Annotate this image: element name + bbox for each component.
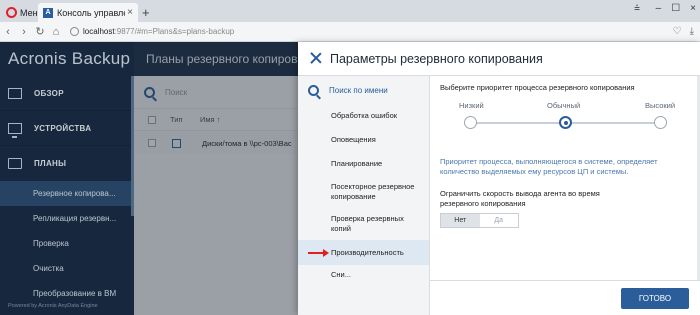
home-icon[interactable]: ⌂ — [48, 26, 64, 38]
priority-label: Выберите приоритет процесса резервного к… — [440, 83, 635, 92]
backup-options-panel: Параметры резервного копирования Поиск п… — [298, 42, 700, 315]
tab-close-icon[interactable]: × — [127, 7, 133, 18]
priority-description: Приоритет процесса, выполняющегося в сис… — [440, 157, 658, 176]
settings-item-error-handling[interactable]: Обработка ошибок — [298, 104, 429, 128]
address-bar: ‹ › ↻ ⌂ localhost :9877/#m=Plans&s=plans… — [0, 22, 700, 42]
priority-low-label: Низкий — [459, 101, 484, 110]
globe-icon — [70, 27, 79, 36]
modal-overlay — [134, 42, 300, 315]
red-arrow-icon — [308, 248, 329, 257]
search-icon — [308, 84, 319, 96]
panel-title: Параметры резервного копирования — [330, 52, 543, 66]
settings-search[interactable]: Поиск по имени — [298, 76, 429, 104]
opera-menu-button[interactable]: Меню — [2, 3, 44, 22]
bookmark-heart-icon[interactable]: ♡ — [673, 26, 682, 37]
forward-arrow-icon[interactable]: › — [16, 26, 32, 38]
opera-logo-icon — [6, 7, 17, 18]
browser-tab-active[interactable]: A Консоль управления резерв × — [38, 3, 138, 22]
priority-low-radio[interactable] — [464, 116, 477, 129]
url-host: localhost — [83, 27, 115, 36]
close-window-button[interactable]: × — [690, 3, 696, 14]
browser-tab-bar: Меню A Консоль управления резерв × + ⩮ –… — [0, 0, 700, 22]
priority-normal-radio[interactable] — [559, 116, 572, 129]
priority-normal-label: Обычный — [547, 101, 581, 110]
tab-title: Консоль управления резерв — [57, 7, 125, 18]
close-icon[interactable] — [309, 51, 322, 64]
back-arrow-icon[interactable]: ‹ — [0, 26, 16, 38]
settings-item-sector-backup[interactable]: Посекторное резервное копирование — [298, 176, 429, 208]
priority-high-radio[interactable] — [654, 116, 667, 129]
minimize-button[interactable]: – — [656, 3, 662, 14]
settings-search-label: Поиск по имени — [329, 85, 388, 95]
acronis-favicon-icon: A — [43, 7, 53, 18]
download-icon[interactable]: ⤓ — [690, 26, 694, 37]
settings-item-snapshot[interactable]: Сни... — [298, 265, 429, 285]
url-path: :9877/#m=Plans&s=plans-backup — [114, 27, 235, 36]
toggle-yes[interactable]: Да — [479, 214, 518, 227]
settings-item-validation[interactable]: Проверка резервных копий — [298, 208, 429, 240]
limit-speed-label: Ограничить скорость вывода агента во вре… — [440, 189, 600, 208]
maximize-button[interactable]: ☐ — [671, 3, 680, 14]
priority-high-label: Высокий — [645, 101, 676, 110]
url-field[interactable]: localhost :9877/#m=Plans&s=plans-backup — [70, 27, 234, 36]
reload-icon[interactable]: ↻ — [32, 25, 48, 38]
settings-item-notifications[interactable]: Оповещения — [298, 128, 429, 152]
settings-item-performance-label: Производительность — [331, 247, 404, 257]
new-tab-button[interactable]: + — [142, 5, 150, 20]
done-button[interactable]: ГОТОВО — [621, 288, 689, 309]
settings-nav: Поиск по имени Обработка ошибок Оповещен… — [298, 76, 430, 315]
limit-speed-toggle[interactable]: Нет Да — [440, 213, 519, 228]
panel-header: Параметры резервного копирования — [298, 42, 700, 76]
sidebar-overlay — [0, 42, 134, 315]
panel-footer: ГОТОВО — [430, 280, 700, 315]
settings-item-performance[interactable]: Производительность — [298, 240, 429, 265]
settings-item-scheduling[interactable]: Планирование — [298, 152, 429, 176]
toggle-no[interactable]: Нет — [441, 214, 480, 227]
window-controls: – ☐ × — [656, 3, 696, 14]
tab-menu-icon[interactable]: ⩮ — [634, 3, 640, 14]
